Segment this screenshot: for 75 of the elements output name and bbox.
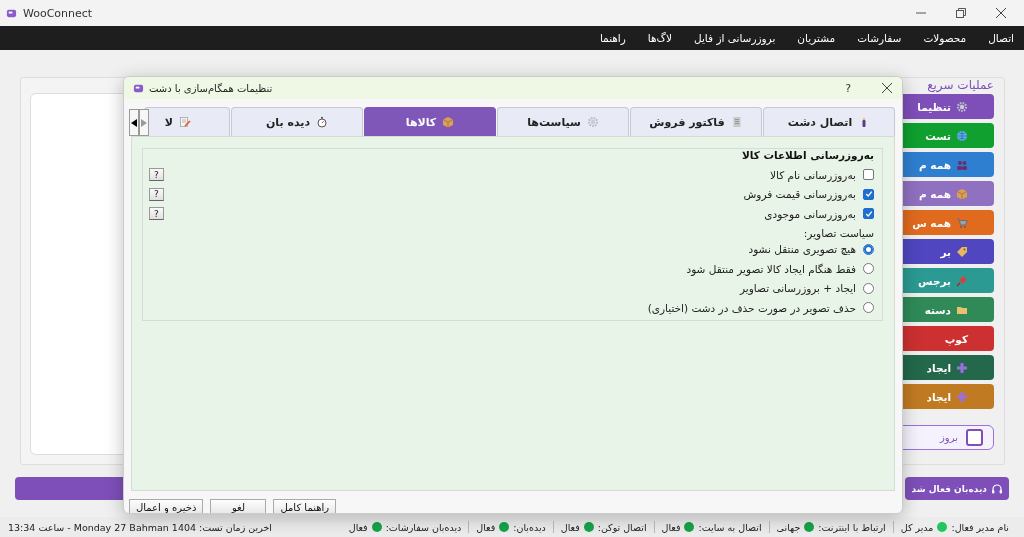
- radio-button[interactable]: [863, 282, 874, 294]
- note-icon: [179, 116, 191, 128]
- menu-item[interactable]: اتصال: [988, 32, 1014, 44]
- checkbox[interactable]: [863, 188, 874, 200]
- radio-button[interactable]: [863, 243, 874, 255]
- checkbox-label: به‌روزرسانی نام کالا: [770, 168, 856, 181]
- app-icon: [133, 82, 144, 94]
- menu-item[interactable]: سفارشات: [857, 32, 902, 44]
- box-icon: [956, 187, 968, 200]
- cart-icon: [956, 216, 968, 229]
- close-button[interactable]: [880, 81, 894, 95]
- checkbox-label: به‌روزرسانی قیمت فروش: [743, 188, 856, 201]
- left-arrow-icon: [131, 118, 137, 127]
- maximize-icon: [956, 8, 966, 18]
- radio-label: ایجاد + بروزرسانی تصاویر: [740, 282, 856, 295]
- plus-icon: [956, 390, 968, 403]
- close-icon: [996, 8, 1006, 18]
- dialog-title: تنظیمات همگام‌سازی با دشت: [149, 82, 273, 94]
- help-button[interactable]: ?: [843, 81, 853, 95]
- tab[interactable]: کالاها: [364, 107, 496, 136]
- menu-item[interactable]: لاگ‌ها: [647, 32, 672, 44]
- gear-icon: [586, 116, 599, 128]
- status-value: فعال: [560, 521, 580, 533]
- status-label: نام مدیر فعال:: [951, 521, 1009, 533]
- status-label: ارتباط با اینترنت:: [818, 521, 886, 533]
- menu-item[interactable]: محصولات: [923, 32, 967, 44]
- people-icon: [956, 158, 968, 171]
- tab[interactable]: اتصال دشت: [763, 107, 895, 136]
- radio-label: فقط هنگام ایجاد کالا تصویر منتقل شود: [686, 262, 856, 275]
- tab[interactable]: سیاست‌ها: [497, 107, 629, 136]
- help-button[interactable]: ?: [149, 187, 164, 201]
- headset-icon: [991, 482, 1003, 495]
- radio-label: حذف تصویر در صورت حذف در دشت (اختیاری): [647, 301, 856, 314]
- status-value: جهانی: [776, 521, 801, 533]
- tab[interactable]: لا: [144, 107, 230, 136]
- app-icon: [6, 7, 17, 19]
- save-button[interactable]: ذخیره و اعمال: [129, 499, 204, 513]
- checkbox-label: به‌روزرسانی موجودی: [764, 207, 856, 220]
- radio-button[interactable]: [863, 263, 874, 275]
- radio-button[interactable]: [863, 302, 874, 314]
- menu-item[interactable]: بروزرسانی از فایل: [694, 32, 776, 44]
- status-value: فعال: [348, 521, 368, 533]
- help-button[interactable]: ?: [149, 168, 164, 182]
- watch-button[interactable]: دیده‌بان فعال شد: [905, 477, 1009, 500]
- plus-icon: [956, 361, 968, 374]
- tag-icon: [956, 245, 968, 258]
- scroll-left-button[interactable]: [129, 109, 139, 136]
- menu-item[interactable]: مشتریان: [797, 32, 836, 44]
- gear-icon: [956, 100, 968, 113]
- globe-icon: [956, 129, 968, 142]
- status-label: اتصال توکن:: [597, 521, 647, 533]
- box-icon: [442, 116, 455, 128]
- status-value: فعال: [661, 521, 681, 533]
- tab[interactable]: دیده بان: [231, 107, 363, 136]
- pin-icon: [956, 274, 968, 287]
- status-label: اتصال به سایت:: [698, 521, 762, 533]
- status-value: فعال: [476, 521, 496, 533]
- checkbox[interactable]: [863, 208, 874, 220]
- help-guide-button[interactable]: راهنما کامل: [273, 499, 337, 513]
- status-value: مدیر کل: [900, 521, 934, 533]
- status-label: دیده‌بان:: [513, 521, 546, 533]
- help-button[interactable]: ?: [149, 207, 164, 221]
- menu-item[interactable]: راهنما: [599, 32, 626, 44]
- radio-label: هیچ تصویری منتقل نشود: [748, 243, 856, 256]
- close-icon: [882, 83, 892, 93]
- tab[interactable]: فاکتور فروش: [630, 107, 762, 136]
- panel-title: عملیات سریع: [927, 78, 994, 93]
- cancel-button[interactable]: لغو: [210, 499, 267, 513]
- last-test-time: اخرین زمان تست: Monday 27 Bahman 1404 - ساعت 13:34: [8, 521, 272, 533]
- status-label: دیده‌بان سفارشات:: [385, 521, 462, 533]
- right-arrow-icon: [141, 118, 147, 127]
- window-title: WooConnect: [23, 6, 93, 20]
- checkbox[interactable]: [966, 429, 983, 446]
- checkbox[interactable]: [863, 169, 874, 181]
- stopwatch-icon: [316, 116, 329, 128]
